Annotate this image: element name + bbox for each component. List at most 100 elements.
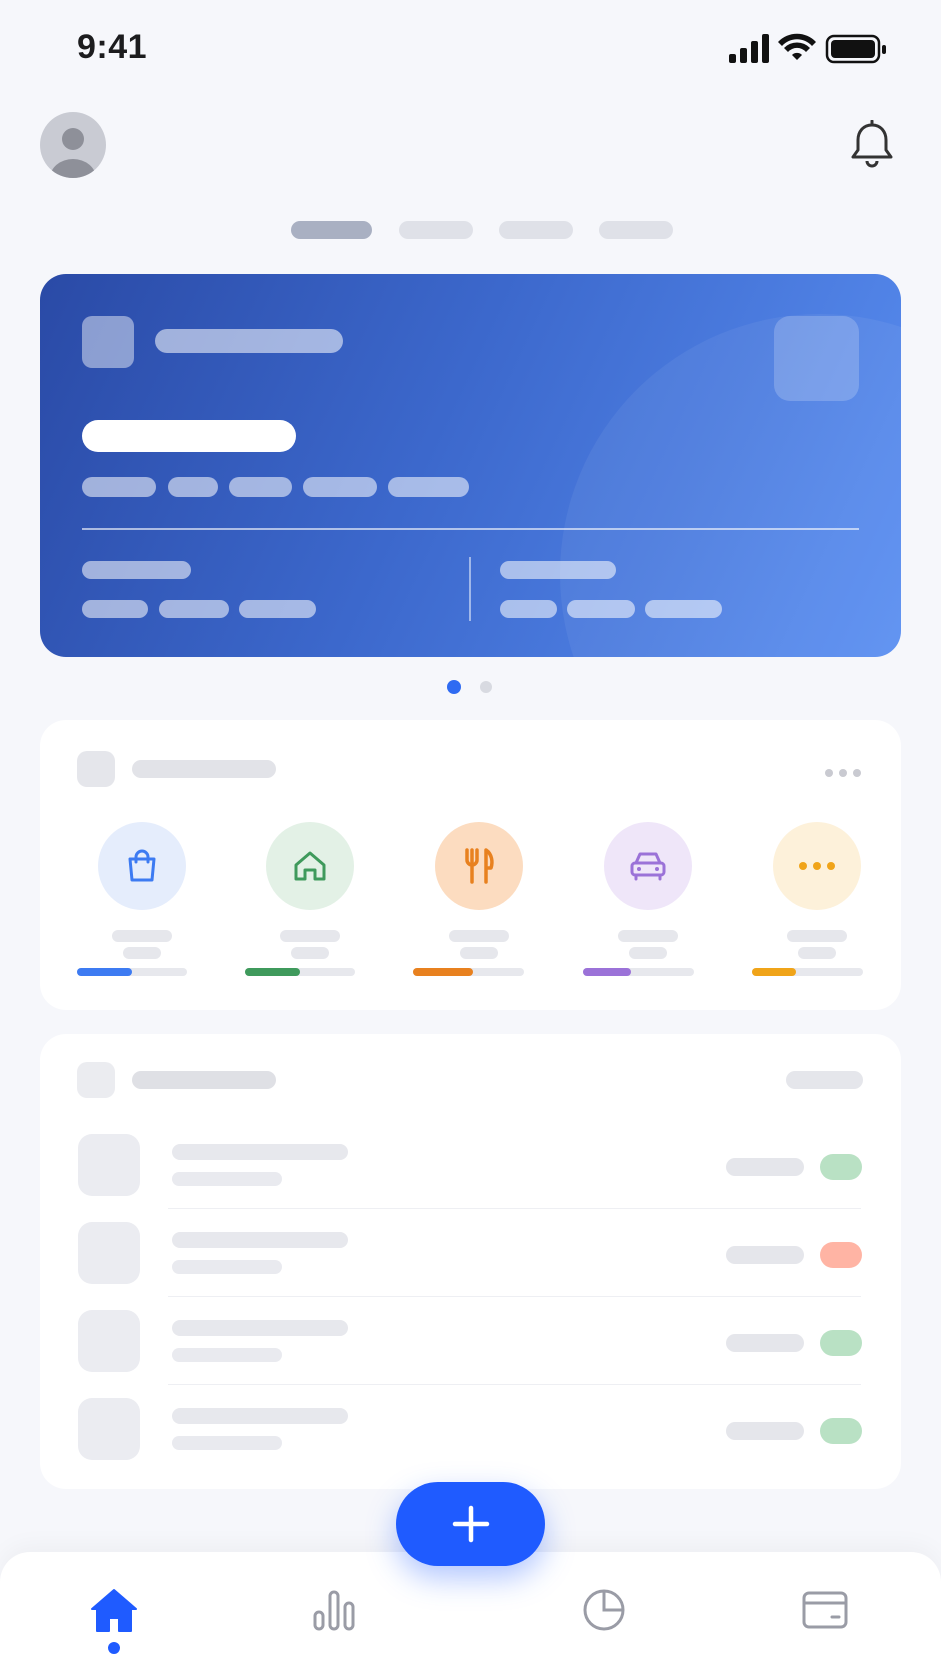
bar-chart-icon (313, 1590, 355, 1631)
transaction-title-placeholder (172, 1232, 348, 1248)
card-number-group-5 (388, 477, 469, 497)
transaction-amount-placeholder (726, 1246, 804, 1264)
transaction-title-placeholder (172, 1144, 348, 1160)
segment-tab-4[interactable] (599, 221, 673, 239)
income-value-part-3 (239, 600, 316, 618)
income-value-part-2 (159, 600, 229, 618)
categories-header-icon (77, 751, 115, 787)
segment-tab-1[interactable] (291, 221, 372, 239)
category-icon-circle (435, 822, 523, 910)
transaction-icon (78, 1134, 140, 1196)
transaction-icon (78, 1398, 140, 1460)
notification-bell-button[interactable] (849, 119, 895, 170)
tab-home[interactable] (84, 1580, 144, 1640)
transaction-amount-placeholder (726, 1422, 804, 1440)
card-number-group-1 (82, 477, 156, 497)
shopping-bag-icon (128, 849, 156, 882)
progress-fill (245, 968, 300, 976)
status-badge (820, 1154, 862, 1180)
status-badge (820, 1330, 862, 1356)
category-amount-placeholder (629, 947, 667, 959)
category-home[interactable] (255, 822, 365, 959)
transaction-subtitle-placeholder (172, 1260, 282, 1274)
category-transport[interactable] (593, 822, 703, 959)
transaction-amount-placeholder (726, 1158, 804, 1176)
progress-fill (752, 968, 797, 976)
segment-tab-2[interactable] (399, 221, 473, 239)
fork-knife-icon (465, 848, 494, 884)
tab-wallet[interactable] (795, 1580, 855, 1640)
expense-value-part-1 (500, 600, 557, 618)
transaction-amount-placeholder (726, 1334, 804, 1352)
pie-chart-icon (583, 1589, 625, 1631)
transaction-row[interactable] (40, 1134, 901, 1222)
car-icon (630, 852, 666, 881)
transaction-row[interactable] (40, 1398, 901, 1486)
card-divider (82, 528, 859, 530)
page-dot-1[interactable] (447, 680, 461, 694)
status-badge (820, 1242, 862, 1268)
card-number-group-2 (168, 477, 218, 497)
category-label-placeholder (280, 930, 340, 942)
home-icon (91, 1589, 137, 1632)
category-icon-circle (773, 822, 861, 910)
category-food[interactable] (424, 822, 534, 959)
card-logo (82, 316, 134, 368)
transaction-subtitle-placeholder (172, 1172, 282, 1186)
row-divider (168, 1296, 861, 1297)
income-value-part-1 (82, 600, 148, 618)
transaction-title-placeholder (172, 1408, 348, 1424)
progress-fill (413, 968, 473, 976)
expense-label-placeholder (500, 561, 616, 579)
category-label-placeholder (787, 930, 847, 942)
avatar[interactable] (40, 112, 106, 178)
card-balance-placeholder (82, 420, 296, 452)
status-icons (729, 32, 889, 66)
tab-bar (0, 1552, 941, 1672)
income-label-placeholder (82, 561, 191, 579)
transaction-row[interactable] (40, 1222, 901, 1310)
transactions-title-placeholder (132, 1071, 276, 1089)
categories-card (40, 720, 901, 1010)
see-all-link[interactable] (786, 1071, 863, 1089)
card-number-group-4 (303, 477, 377, 497)
category-amount-placeholder (291, 947, 329, 959)
segment-tab-3[interactable] (499, 221, 573, 239)
category-icon-circle (266, 822, 354, 910)
plus-icon (452, 1505, 489, 1543)
tab-budget[interactable] (574, 1580, 634, 1640)
category-progress-more (752, 968, 863, 976)
transaction-icon (78, 1222, 140, 1284)
tab-statistics[interactable] (304, 1580, 364, 1640)
categories-title-placeholder (132, 760, 276, 778)
transactions-card (40, 1034, 901, 1489)
category-progress-shopping (77, 968, 187, 976)
active-tab-indicator (108, 1642, 120, 1654)
transaction-row[interactable] (40, 1310, 901, 1398)
add-transaction-button[interactable] (396, 1482, 545, 1566)
ellipsis-icon (825, 769, 861, 777)
category-label-placeholder (112, 930, 172, 942)
row-divider (168, 1384, 861, 1385)
home-icon (294, 851, 326, 881)
category-label-placeholder (618, 930, 678, 942)
category-progress-transport (583, 968, 694, 976)
ellipsis-icon (799, 862, 835, 870)
transaction-title-placeholder (172, 1320, 348, 1336)
status-time: 9:41 (77, 28, 148, 66)
card-number-group-3 (229, 477, 292, 497)
categories-more-button[interactable] (824, 765, 864, 783)
category-more[interactable] (762, 822, 872, 959)
category-shopping[interactable] (87, 822, 197, 959)
transactions-header-icon (77, 1062, 115, 1098)
row-divider (168, 1208, 861, 1209)
card-vertical-divider (469, 557, 471, 621)
transaction-subtitle-placeholder (172, 1348, 282, 1362)
page-dot-2[interactable] (480, 681, 492, 693)
balance-card[interactable] (40, 274, 901, 657)
expense-value-part-3 (645, 600, 722, 618)
category-progress-home (245, 968, 355, 976)
signal-wifi-battery-icon (729, 33, 886, 64)
transaction-subtitle-placeholder (172, 1436, 282, 1450)
progress-fill (583, 968, 631, 976)
